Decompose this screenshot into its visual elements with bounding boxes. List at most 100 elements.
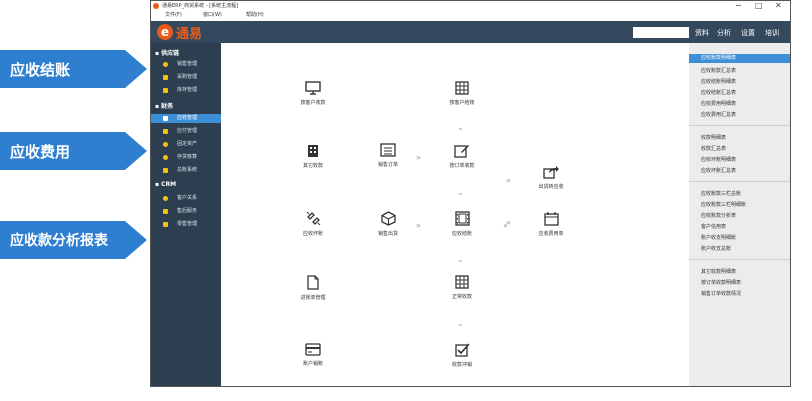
cart-icon	[163, 75, 168, 80]
app-icon	[153, 3, 159, 9]
node-by-customer-settle[interactable]: 按客户结账	[437, 81, 487, 106]
callout-receivable-fee: 应收费用	[0, 132, 147, 170]
sidebar-item-after-sales[interactable]: 售后服务	[151, 207, 221, 216]
ledger-icon	[163, 168, 168, 173]
node-by-order-receipt[interactable]: 按订单收款	[437, 143, 487, 169]
report-item[interactable]: 应收账款三栏明细账	[701, 201, 746, 208]
report-item[interactable]: 应收账款三栏总账	[701, 190, 741, 197]
receivable-icon	[163, 116, 168, 121]
menu-window[interactable]: 窗口(W)	[203, 11, 222, 20]
flow-canvas: 按客户收款 按客户结账 ⌄ 其它收款 销售订单 » 按订单收款 ⌄ « 出货转应…	[221, 43, 689, 386]
report-item[interactable]: 收款汇总表	[701, 145, 726, 152]
sidebar-item-inventory[interactable]: 库存管理	[151, 86, 221, 95]
report-item[interactable]: 应收账款汇总表	[701, 67, 736, 74]
sidebar-item-stock-accounting[interactable]: 存货核算	[151, 153, 221, 162]
report-item[interactable]: 应收坏账汇总表	[701, 167, 736, 174]
node-receivable-writeoff[interactable]: 应收坏账	[288, 211, 338, 237]
building-icon	[308, 145, 318, 157]
node-receipt-offset[interactable]: 收款冲销	[437, 343, 487, 368]
node-label: 其它收款	[302, 163, 323, 169]
node-label: 按订单收款	[449, 163, 475, 169]
sidebar-item-fixed-assets[interactable]: 固定资产	[151, 140, 221, 149]
sidebar-item-ledger[interactable]: 总账系统	[151, 166, 221, 175]
logo: e 通易	[157, 24, 202, 42]
topnav-training[interactable]: 培训	[765, 28, 779, 38]
maximize-icon[interactable]: □	[755, 1, 763, 11]
minimize-icon[interactable]: −	[735, 1, 742, 11]
calendar-icon	[543, 212, 559, 226]
divider	[689, 259, 790, 260]
table-icon	[455, 81, 469, 95]
monitor-icon	[305, 81, 321, 95]
callout-receivable-settle: 应收结账	[0, 50, 147, 88]
report-item[interactable]: 账户收支明细账	[701, 234, 736, 241]
film-icon	[454, 211, 470, 226]
node-label: 收款冲销	[451, 362, 472, 368]
node-by-customer-receipt[interactable]: 按客户收款	[288, 81, 338, 106]
node-shipping-to-receivable[interactable]: 出货转应收	[526, 165, 576, 190]
logo-icon: e	[157, 24, 173, 40]
close-icon[interactable]: ✕	[775, 1, 782, 11]
arrow-down-icon: ⌄	[457, 188, 464, 197]
report-item[interactable]: 应收坏账明细表	[701, 156, 736, 163]
report-item[interactable]: 应收结账汇总表	[701, 89, 736, 96]
node-account-offset[interactable]: 账户销账	[288, 343, 338, 367]
report-item[interactable]: 按订单收款明细表	[701, 279, 741, 286]
topnav-analysis[interactable]: 分析	[717, 28, 731, 38]
report-item[interactable]: 其它收款明细表	[701, 268, 736, 275]
node-label: 销售订单	[377, 162, 398, 168]
callout-receivable-analysis: 应收款分析报表	[0, 221, 147, 259]
sidebar-item-purchase[interactable]: 采购管理	[151, 73, 221, 82]
report-item[interactable]: 应收账款分析表	[701, 212, 736, 219]
edit-icon	[454, 145, 469, 158]
sales-icon	[163, 62, 168, 67]
node-normal-receipt[interactable]: 正常收款	[437, 275, 487, 300]
sidebar-item-sales[interactable]: 销售管理	[151, 60, 221, 69]
document-icon	[307, 275, 319, 290]
service-icon	[163, 209, 168, 214]
report-panel: 应收账款明细表 应收账款汇总表 应收结账明细表 应收结账汇总表 应收费用明细表 …	[689, 43, 790, 386]
search-input[interactable]	[633, 27, 689, 38]
menu-file[interactable]: 文件(F)	[165, 11, 182, 20]
report-item[interactable]: 销售订单收款情况	[701, 290, 741, 297]
report-item[interactable]: 应收费用明细表	[701, 100, 736, 107]
menu-bar: 文件(F) 窗口(W) 帮助(H)	[151, 11, 790, 20]
sidebar-group-finance[interactable]: ▪ 财务	[155, 101, 173, 110]
node-label: 按客户收款	[300, 100, 326, 106]
sidebar-item-customer[interactable]: 客户关系	[151, 194, 221, 203]
sidebar-item-payable[interactable]: 应付管理	[151, 127, 221, 136]
refresh-icon	[163, 155, 168, 160]
divider	[689, 125, 790, 126]
node-other-receipt[interactable]: 其它收款	[288, 143, 338, 169]
node-receivable-fee[interactable]: 应收费用单	[526, 211, 576, 237]
report-item[interactable]: 收款明细表	[701, 134, 726, 141]
node-receivable-settle[interactable]: 应收结账	[437, 211, 487, 237]
credit-card-icon	[305, 343, 321, 356]
node-sales-outbound[interactable]: 销售出货	[363, 211, 413, 237]
node-label: 销售出货	[377, 231, 398, 237]
menu-help[interactable]: 帮助(H)	[246, 11, 264, 20]
sidebar-group-supply[interactable]: ▪ 供应链	[155, 48, 179, 57]
sidebar-item-receivable[interactable]: 应收管理	[151, 114, 221, 123]
user-icon	[163, 196, 168, 201]
node-advance-management[interactable]: 进账单管理	[288, 275, 338, 301]
sidebar-group-crm[interactable]: ▪ CRM	[155, 181, 176, 188]
sidebar-item-retail[interactable]: 零售管理	[151, 220, 221, 229]
node-label: 应收费用单	[538, 231, 564, 237]
broken-link-icon	[306, 211, 320, 226]
app-window: 通易ERP_商贸系统 - [系统主流程] − □ ✕ 文件(F) 窗口(W) 帮…	[150, 0, 791, 387]
sidebar: ▪ 供应链 销售管理 采购管理 库存管理 ▪ 财务 应收管理 应付管理 固定资产…	[151, 43, 221, 386]
assets-icon	[163, 142, 168, 147]
node-label: 账户销账	[302, 361, 323, 367]
topnav-data[interactable]: 资料	[695, 28, 709, 38]
report-item[interactable]: 应收结账明细表	[701, 78, 736, 85]
report-item[interactable]: 应收费用汇总表	[701, 111, 736, 118]
share-icon	[543, 166, 559, 179]
node-label: 应收结账	[451, 231, 472, 237]
warehouse-icon	[163, 88, 168, 93]
report-item[interactable]: 账户收支总账	[701, 245, 731, 252]
report-item-receivable-detail[interactable]: 应收账款明细表	[689, 54, 790, 63]
node-sales-order[interactable]: 销售订单	[363, 143, 413, 168]
report-item[interactable]: 客户信用表	[701, 223, 726, 230]
topnav-settings[interactable]: 设置	[741, 28, 755, 38]
